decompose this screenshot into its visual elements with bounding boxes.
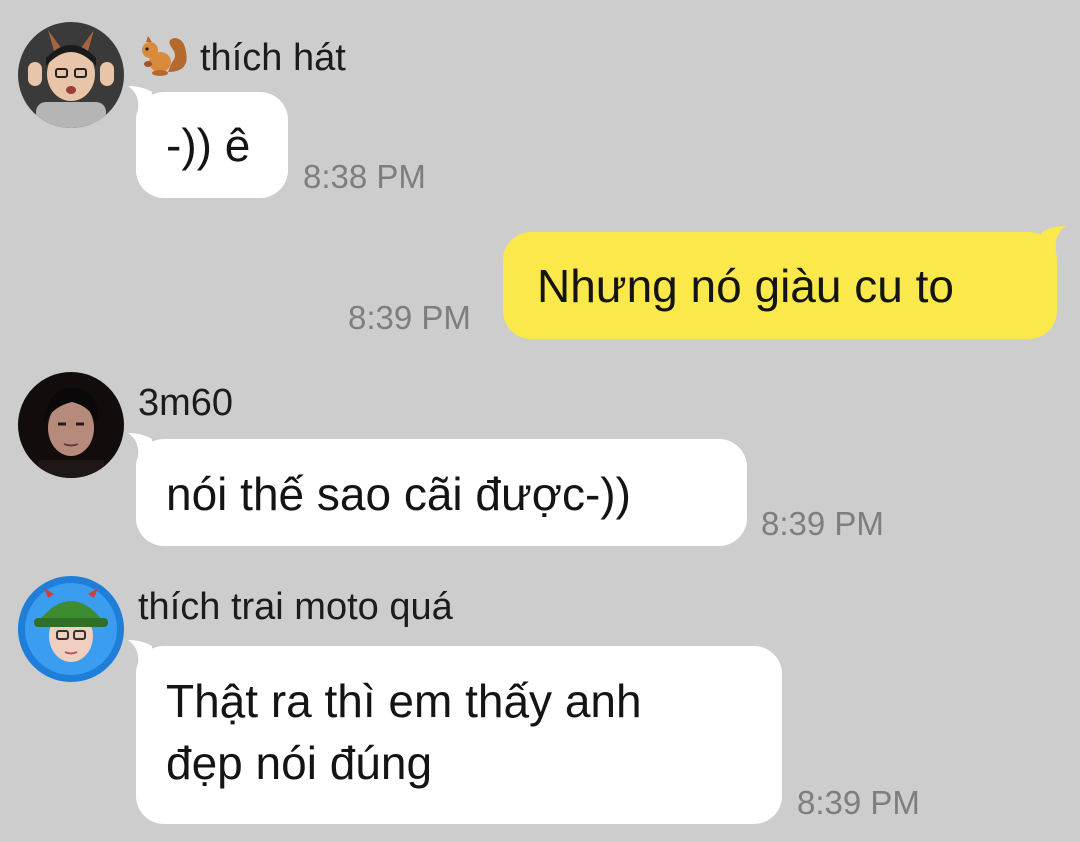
avatar-dark-portrait-icon	[18, 372, 124, 478]
message-bubble[interactable]: Thật ra thì em thấy anh đẹp nói đúng	[136, 646, 782, 824]
avatar-boy-green-hat-icon	[18, 576, 124, 682]
sender-name: thích trai moto quá	[138, 586, 453, 628]
message-text-line: đẹp nói đúng	[166, 737, 433, 789]
message-timestamp: 8:39 PM	[797, 784, 920, 821]
avatar[interactable]	[18, 22, 124, 128]
message-text: Nhưng nó giàu cu to	[537, 260, 954, 312]
message-timestamp: 8:39 PM	[761, 505, 884, 542]
message-bubble[interactable]: -)) ê	[136, 92, 288, 198]
message-bubble[interactable]: nói thế sao cãi được-))	[136, 439, 747, 546]
avatar-boy-bunny-ears-icon	[18, 22, 124, 128]
sender-name: 3m60	[138, 382, 234, 424]
squirrel-icon	[142, 36, 187, 76]
message-text-line: Thật ra thì em thấy anh	[166, 675, 642, 727]
avatar[interactable]	[18, 576, 124, 682]
bubble-tail	[1042, 226, 1066, 250]
avatar[interactable]	[18, 372, 124, 478]
sender-name-text: thích hát	[200, 37, 346, 79]
message-timestamp: 8:38 PM	[303, 158, 426, 195]
message-text: -)) ê	[166, 119, 251, 171]
message-text: nói thế sao cãi được-))	[166, 468, 631, 520]
message-bubble-outgoing[interactable]: Nhưng nó giàu cu to	[503, 232, 1057, 339]
message-timestamp: 8:39 PM	[348, 299, 471, 336]
sender-name: thích hát	[138, 32, 346, 80]
